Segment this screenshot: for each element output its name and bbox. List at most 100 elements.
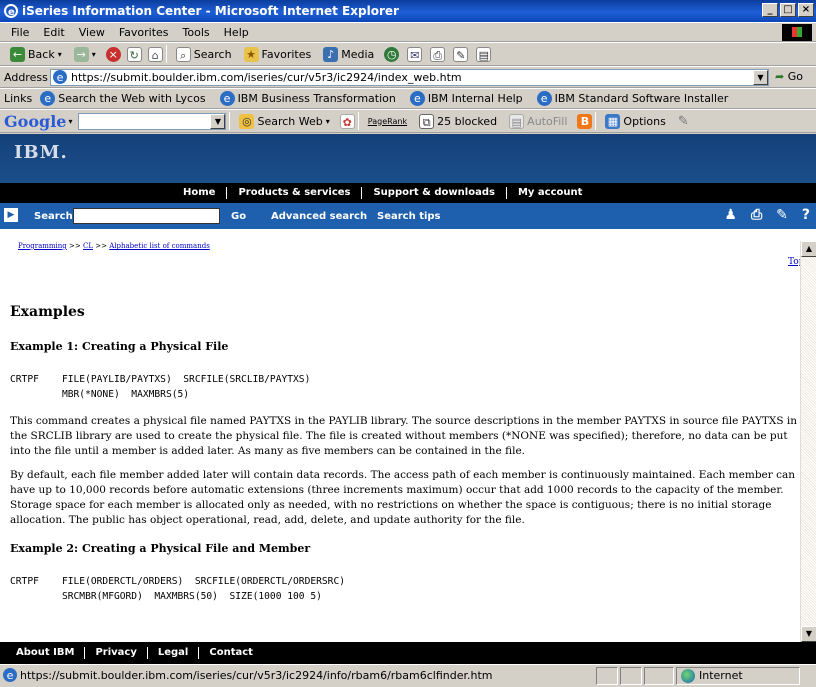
search-tips-link[interactable]: Search tips: [377, 211, 441, 222]
help-icon[interactable]: ?: [802, 207, 810, 223]
options-button[interactable]: ▦ Options: [599, 113, 671, 129]
menu-favorites[interactable]: Favorites: [112, 26, 176, 39]
favorites-label: Favorites: [261, 47, 312, 61]
ibm-footer: About IBM Privacy Legal Contact: [0, 642, 816, 664]
maximize-button[interactable]: □: [780, 3, 796, 17]
example-2-code: CRTPF FILE(ORDERCTL/ORDERS) SRCFILE(ORDE…: [10, 576, 346, 602]
nav-products-services[interactable]: Products & services: [227, 187, 363, 199]
forward-button[interactable]: → ▾: [68, 46, 102, 62]
globe-icon: [681, 669, 695, 683]
article: Examples Example 1: Creating a Physical …: [10, 304, 800, 616]
menu-bar: File Edit View Favorites Tools Help: [0, 22, 816, 42]
example-1-code: CRTPF FILE(PAYLIB/PAYTXS) SRCFILE(SRCLIB…: [10, 374, 311, 400]
breadcrumb: Programming >> CL >> Alphabetic list of …: [18, 242, 210, 250]
status-url: https://submit.boulder.ibm.com/iseries/c…: [20, 669, 493, 682]
news-icon[interactable]: ✿: [339, 113, 355, 129]
example-2-title: Example 2: Creating a Physical File and …: [10, 542, 311, 555]
close-button[interactable]: ×: [798, 3, 814, 17]
minimize-button[interactable]: _: [762, 3, 778, 17]
person-icon[interactable]: ♟: [724, 207, 737, 223]
back-arrow-icon: ←: [10, 46, 25, 62]
advanced-search-link[interactable]: Advanced search: [271, 211, 367, 222]
binoculars-icon: ◎: [239, 113, 255, 129]
edit-icon[interactable]: ✎: [453, 46, 469, 62]
links-label: Links: [4, 92, 33, 105]
back-button[interactable]: ← Back ▾: [4, 46, 68, 62]
discuss-icon[interactable]: ▤: [476, 46, 492, 62]
link-lycos[interactable]: e Search the Web with Lycos: [40, 91, 206, 106]
link-ibm-business[interactable]: e IBM Business Transformation: [219, 91, 396, 106]
page-icon: e: [53, 70, 67, 84]
google-search-web-button[interactable]: ◎ Search Web ▾: [233, 113, 335, 129]
ibm-search-go-button[interactable]: Go: [231, 211, 246, 222]
footer-legal[interactable]: Legal: [148, 647, 200, 659]
ibm-search-input[interactable]: [73, 208, 220, 224]
media-button[interactable]: ♪ Media: [317, 46, 380, 62]
scroll-up-icon[interactable]: ▲: [801, 241, 816, 257]
google-logo[interactable]: Google: [4, 112, 66, 131]
ie-page-icon: e: [536, 91, 552, 106]
ie-page-icon: e: [409, 91, 425, 106]
breadcrumb-separator: >>: [69, 242, 81, 250]
browser-window: e iSeries Information Center - Microsoft…: [0, 0, 816, 687]
menu-help[interactable]: Help: [217, 26, 256, 39]
breadcrumb-programming[interactable]: Programming: [18, 242, 67, 250]
pagerank-indicator[interactable]: PageRank: [362, 117, 413, 126]
standard-toolbar: ← Back ▾ → ▾ × ↻ ⌂ ⌕ Search ★ Favorites …: [0, 42, 816, 66]
menu-file[interactable]: File: [4, 26, 36, 39]
stop-icon[interactable]: ×: [105, 46, 121, 62]
footer-privacy[interactable]: Privacy: [85, 647, 148, 659]
address-input[interactable]: e https://submit.boulder.ibm.com/iseries…: [50, 69, 769, 86]
search-web-dropdown-icon[interactable]: ▾: [326, 117, 330, 126]
footer-contact[interactable]: Contact: [199, 647, 263, 659]
options-icon: ▦: [605, 113, 621, 129]
example-1-paragraph-2: By default, each file member added later…: [10, 469, 796, 526]
link-lycos-label: Search the Web with Lycos: [58, 92, 206, 105]
link-ibm-internal-help[interactable]: e IBM Internal Help: [409, 91, 523, 106]
status-bar: e https://submit.boulder.ibm.com/iseries…: [0, 664, 816, 687]
ibm-logo[interactable]: IBM.: [14, 142, 68, 163]
address-dropdown-icon[interactable]: ▼: [753, 70, 768, 85]
google-menu-icon[interactable]: ▾: [68, 117, 72, 126]
menu-edit[interactable]: Edit: [36, 26, 71, 39]
home-icon[interactable]: ⌂: [147, 46, 163, 62]
print-icon[interactable]: ⎙: [751, 207, 762, 223]
google-search-dropdown-icon[interactable]: ▼: [210, 113, 226, 129]
favorites-button[interactable]: ★ Favorites: [238, 46, 318, 62]
refresh-icon[interactable]: ↻: [126, 46, 142, 62]
media-label: Media: [341, 47, 375, 61]
nav-my-account[interactable]: My account: [507, 187, 593, 199]
highlight-pen-icon[interactable]: ✎: [678, 114, 689, 129]
vertical-scrollbar[interactable]: ▲ ▼: [800, 241, 816, 642]
status-panel: [644, 667, 674, 685]
go-button[interactable]: ➦ Go: [775, 70, 803, 83]
google-search-input[interactable]: ▼: [78, 112, 227, 130]
forward-dropdown-icon[interactable]: ▾: [92, 50, 96, 59]
link-ibm-software[interactable]: e IBM Standard Software Installer: [536, 91, 728, 106]
breadcrumb-cl[interactable]: CL: [83, 242, 93, 250]
popup-blocker-button[interactable]: ⧉ 25 blocked: [413, 113, 503, 129]
footer-about-ibm[interactable]: About IBM: [6, 647, 86, 659]
autofill-button[interactable]: ▤ AutoFill: [503, 113, 573, 129]
ie-icon: e: [4, 4, 18, 18]
blogger-icon[interactable]: B: [577, 113, 593, 129]
breadcrumb-alphabetic-list[interactable]: Alphabetic list of commands: [109, 242, 210, 250]
menu-tools[interactable]: Tools: [176, 26, 217, 39]
google-toolbar: Google ▾ ▼ ◎ Search Web ▾ ✿ PageRank ⧉ 2…: [0, 109, 816, 133]
nav-support-downloads[interactable]: Support & downloads: [362, 187, 507, 199]
pencil-icon[interactable]: ✎: [776, 207, 788, 223]
back-dropdown-icon[interactable]: ▾: [58, 50, 62, 59]
title-bar[interactable]: e iSeries Information Center - Microsoft…: [0, 0, 816, 22]
print-icon[interactable]: ⎙: [430, 46, 446, 62]
links-bar: Links e Search the Web with Lycos e IBM Bu…: [0, 88, 816, 109]
search-button[interactable]: ⌕ Search: [170, 46, 238, 62]
go-label: Go: [787, 70, 803, 83]
menu-view[interactable]: View: [72, 26, 112, 39]
mail-icon[interactable]: ✉: [407, 46, 423, 62]
scroll-down-icon[interactable]: ▼: [801, 626, 816, 642]
search-arrow-icon: ▶: [4, 208, 18, 222]
favorites-star-icon: ★: [243, 46, 259, 62]
history-icon[interactable]: ◷: [384, 46, 400, 62]
nav-home[interactable]: Home: [172, 187, 228, 199]
zone-label: Internet: [699, 669, 743, 682]
